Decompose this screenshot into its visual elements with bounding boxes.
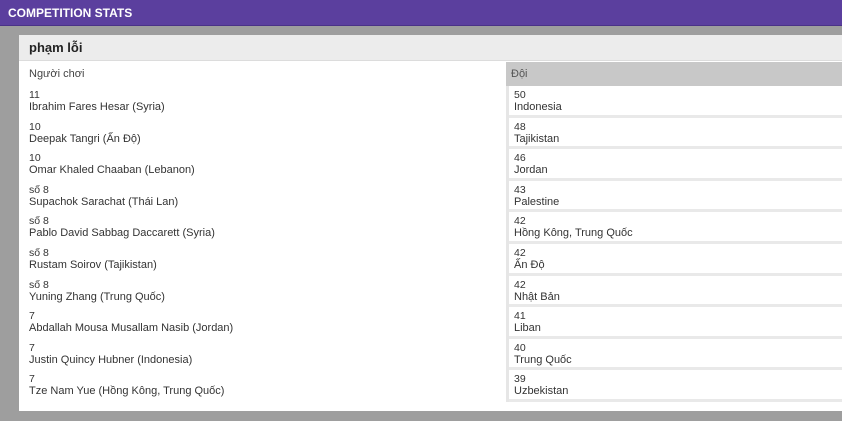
player-name: Abdallah Mousa Musallam Nasib (Jordan) [29, 322, 234, 335]
team-name: Hồng Kông, Trung Quốc [514, 227, 633, 240]
team-name: Trung Quốc [514, 353, 572, 366]
team-cell[interactable]: 42 Ấn Độ [506, 243, 842, 276]
team-cell[interactable]: 48 Tajikistan [506, 117, 842, 150]
competition-stats-header: COMPETITION STATS [0, 0, 842, 26]
table-row: số 8 Rustam Soirov (Tajikistan) 42 Ấn Độ [19, 243, 842, 276]
player-cell[interactable]: số 8 Pablo David Sabbag Daccarett (Syria… [19, 212, 506, 244]
player-cell[interactable]: 7 Justin Quincy Hubner (Indonesia) [19, 339, 506, 371]
player-cell[interactable]: 10 Deepak Tangri (Ấn Độ) [19, 118, 506, 150]
column-headers: Người chơi Đội [19, 62, 842, 86]
team-fouls: 42 [514, 278, 526, 291]
team-name: Palestine [514, 195, 560, 208]
team-name: Nhật Bản [514, 290, 560, 303]
player-cell[interactable]: 10 Omar Khaled Chaaban (Lebanon) [19, 149, 506, 181]
table-row: số 8 Yuning Zhang (Trung Quốc) 42 Nhật B… [19, 275, 842, 308]
player-name: Omar Khaled Chaaban (Lebanon) [29, 164, 195, 177]
header-title: COMPETITION STATS [8, 6, 133, 20]
table-row: số 8 Pablo David Sabbag Daccarett (Syria… [19, 212, 842, 244]
table-row: số 8 Supachok Sarachat (Thái Lan) 43 Pal… [19, 180, 842, 213]
player-cell[interactable]: 7 Tze Nam Yue (Hồng Kông, Trung Quốc) [19, 370, 506, 402]
team-fouls: 42 [514, 246, 526, 259]
player-cell[interactable]: số 8 Yuning Zhang (Trung Quốc) [19, 276, 506, 308]
team-cell[interactable]: 41 Liban [506, 307, 842, 339]
team-name: Uzbekistan [514, 385, 569, 398]
table-row: 10 Deepak Tangri (Ấn Độ) 48 Tajikistan [19, 117, 842, 150]
team-name: Tajikistan [514, 132, 560, 145]
team-cell[interactable]: 42 Nhật Bản [506, 275, 842, 308]
player-cell[interactable]: số 8 Rustam Soirov (Tajikistan) [19, 244, 506, 276]
team-fouls: 39 [514, 373, 526, 386]
player-fouls: 10 [29, 152, 41, 165]
team-fouls: 40 [514, 341, 526, 354]
player-name: Supachok Sarachat (Thái Lan) [29, 195, 179, 208]
team-cell[interactable]: 42 Hồng Kông, Trung Quốc [506, 212, 842, 244]
team-fouls: 48 [514, 120, 526, 133]
team-name: Indonesia [514, 101, 562, 113]
player-fouls: số 8 [29, 215, 49, 228]
player-fouls: 11 [29, 89, 40, 101]
player-name: Deepak Tangri (Ấn Độ) [29, 132, 141, 145]
player-column-header[interactable]: Người chơi [19, 62, 506, 86]
table-row: 7 Abdallah Mousa Musallam Nasib (Jordan)… [19, 307, 842, 339]
team-cell[interactable]: 46 Jordan [506, 149, 842, 181]
team-fouls: 43 [514, 183, 526, 196]
table-row: 7 Justin Quincy Hubner (Indonesia) 40 Tr… [19, 338, 842, 371]
player-cell[interactable]: 7 Abdallah Mousa Musallam Nasib (Jordan) [19, 307, 506, 339]
team-fouls: 50 [514, 89, 526, 101]
team-cell[interactable]: 50 Indonesia [506, 86, 842, 118]
team-name: Liban [514, 322, 541, 335]
stats-table: 11 Ibrahim Fares Hesar (Syria) 50 Indone… [19, 86, 842, 402]
table-row: 7 Tze Nam Yue (Hồng Kông, Trung Quốc) 39… [19, 370, 842, 402]
team-name: Jordan [514, 164, 548, 177]
team-column-header[interactable]: Đội [506, 62, 842, 86]
panel-title: phạm lỗi [19, 35, 842, 61]
player-fouls: 7 [29, 310, 35, 323]
player-fouls: số 8 [29, 246, 49, 259]
player-name: Ibrahim Fares Hesar (Syria) [29, 101, 165, 113]
table-row: 10 Omar Khaled Chaaban (Lebanon) 46 Jord… [19, 149, 842, 181]
team-cell[interactable]: 43 Palestine [506, 180, 842, 213]
player-fouls: 10 [29, 120, 41, 133]
player-fouls: 7 [29, 341, 35, 354]
team-fouls: 42 [514, 215, 526, 228]
player-name: Tze Nam Yue (Hồng Kông, Trung Quốc) [29, 385, 225, 398]
player-name: Rustam Soirov (Tajikistan) [29, 258, 157, 271]
player-name: Yuning Zhang (Trung Quốc) [29, 290, 165, 303]
player-name: Justin Quincy Hubner (Indonesia) [29, 353, 193, 366]
player-name: Pablo David Sabbag Daccarett (Syria) [29, 227, 215, 240]
team-cell[interactable]: 39 Uzbekistan [506, 370, 842, 402]
fouls-panel: phạm lỗi Người chơi Đội 11 Ibrahim Fares… [19, 35, 842, 411]
team-fouls: 46 [514, 152, 526, 165]
team-name: Ấn Độ [514, 258, 545, 271]
player-fouls: 7 [29, 373, 35, 386]
player-cell[interactable]: số 8 Supachok Sarachat (Thái Lan) [19, 181, 506, 213]
table-row: 11 Ibrahim Fares Hesar (Syria) 50 Indone… [19, 86, 842, 118]
player-fouls: số 8 [29, 278, 49, 291]
team-fouls: 41 [514, 310, 526, 323]
player-cell[interactable]: 11 Ibrahim Fares Hesar (Syria) [19, 86, 506, 118]
team-cell[interactable]: 40 Trung Quốc [506, 338, 842, 371]
player-fouls: số 8 [29, 183, 49, 196]
